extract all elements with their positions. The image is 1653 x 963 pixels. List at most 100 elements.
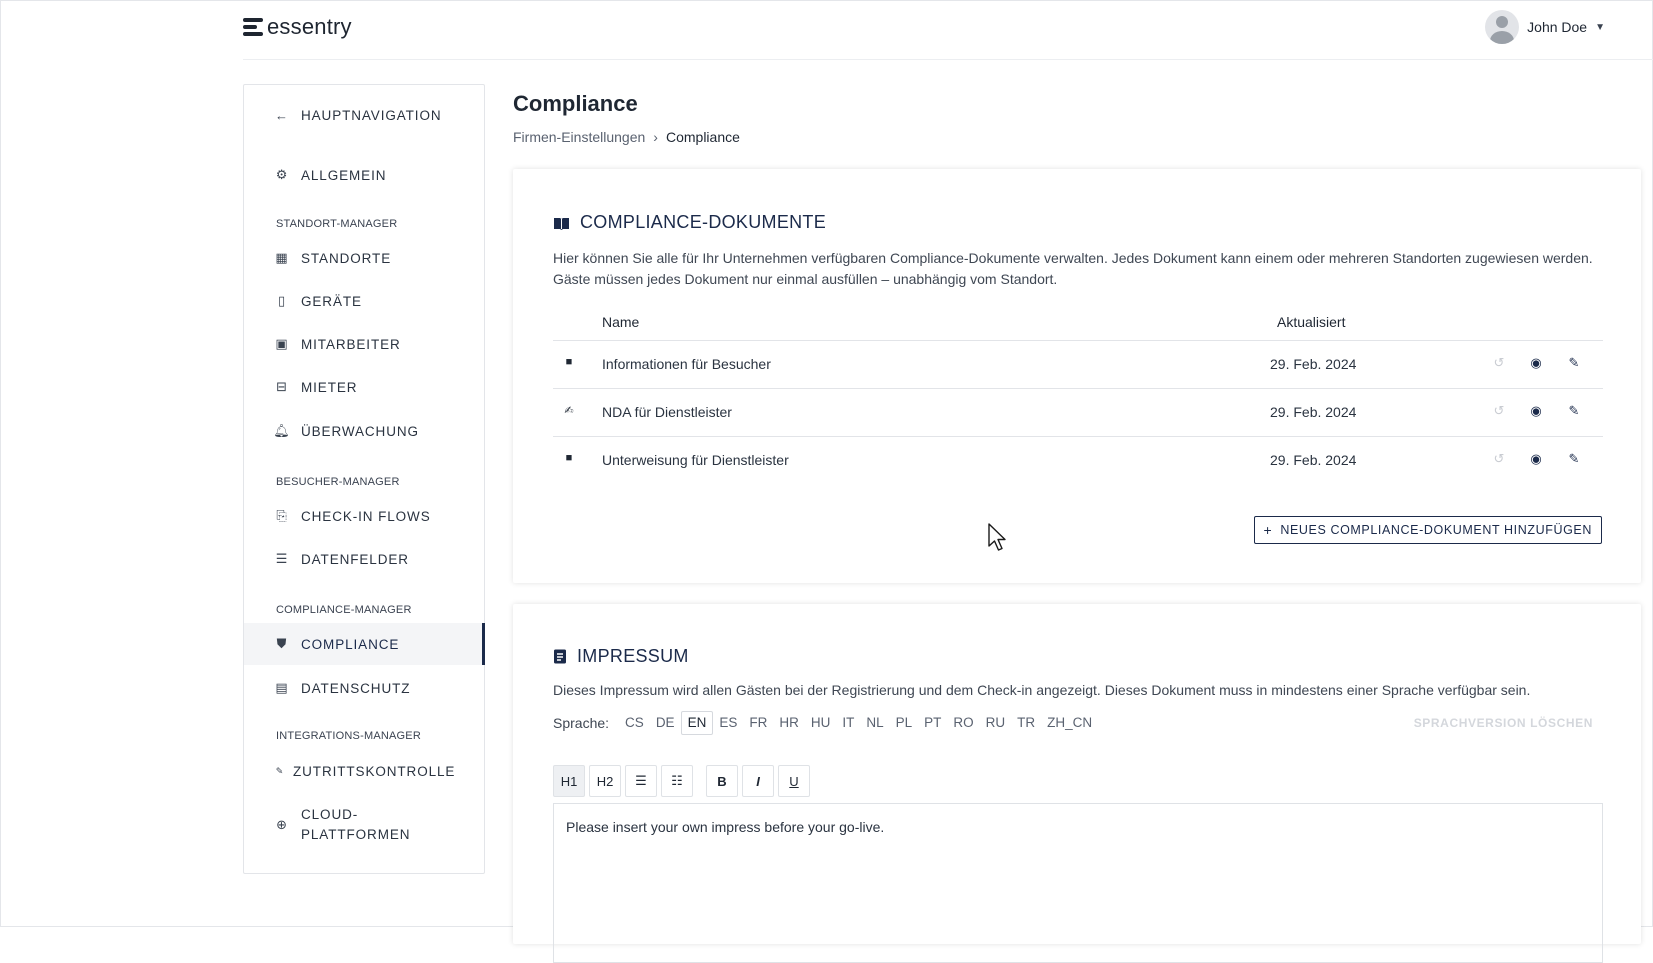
sidebar-item-checkin-flows[interactable]: ⎘ CHECK-IN FLOWS xyxy=(244,495,484,537)
pencil-icon[interactable]: ✎ xyxy=(1565,450,1583,468)
pencil-icon[interactable]: ✎ xyxy=(1565,354,1583,372)
language-option[interactable]: IT xyxy=(836,712,860,734)
card-title: COMPLIANCE-DOKUMENTE xyxy=(553,212,826,233)
language-selector: Sprache: CS DE EN ES FR HR HU IT NL PL P… xyxy=(553,711,1098,735)
eye-icon[interactable]: ◉ xyxy=(1527,402,1545,420)
table-row[interactable]: ■ Informationen für Besucher 29. Feb. 20… xyxy=(553,341,1603,389)
sidebar-item-geraete[interactable]: ▯ GERÄTE xyxy=(244,280,484,322)
sidebar-item-compliance[interactable]: ⛊ COMPLIANCE xyxy=(244,623,485,665)
impressum-card: IMPRESSUM Dieses Impressum wird allen Gä… xyxy=(513,604,1641,963)
book-icon xyxy=(554,217,569,230)
language-option[interactable]: RU xyxy=(980,712,1012,734)
numbered-list-icon[interactable]: ☷ xyxy=(661,765,693,797)
sidebar-item-datenfelder[interactable]: ☰ DATENFELDER xyxy=(244,538,484,580)
group-label-besucher: BESUCHER-MANAGER xyxy=(276,476,400,488)
language-option[interactable]: HU xyxy=(805,712,837,734)
signature-icon: ✍ xyxy=(564,404,574,417)
sidebar-item-ueberwachung[interactable]: 🔔︎ ÜBERWACHUNG xyxy=(244,410,484,452)
shield-icon: ⛊ xyxy=(276,636,288,651)
chevron-right-icon: › xyxy=(653,129,658,145)
sidebar-item-label: MIETER xyxy=(301,379,358,395)
sidebar-item-label: DATENSCHUTZ xyxy=(301,680,411,696)
key-icon: ✎ xyxy=(275,765,285,776)
eye-icon[interactable]: ◉ xyxy=(1527,450,1545,468)
language-option[interactable]: HR xyxy=(773,712,805,734)
sidebar-item-mieter[interactable]: ⊟ MIETER xyxy=(244,366,484,408)
sidebar-item-label: STANDORTE xyxy=(301,250,392,266)
documents-table: Name Aktualisiert ■ Informationen für Be… xyxy=(553,305,1603,484)
language-option[interactable]: RO xyxy=(947,712,979,734)
table-row[interactable]: ✍ NDA für Dienstleister 29. Feb. 2024 ↺ … xyxy=(553,389,1603,437)
delete-language-version-button[interactable]: SPRACHVERSION LÖSCHEN xyxy=(1414,716,1593,730)
sidebar-item-cloud-plattformen[interactable]: ⊕ CLOUD-PLATTFORMEN xyxy=(244,805,484,851)
mouse-cursor-icon xyxy=(988,523,1006,551)
save-icon: ▤ xyxy=(275,680,289,695)
pencil-icon[interactable]: ✎ xyxy=(1565,402,1583,420)
add-compliance-document-button[interactable]: + NEUES COMPLIANCE-DOKUMENT HINZUFÜGEN xyxy=(1253,516,1602,544)
chevron-down-icon: ▼ xyxy=(1595,21,1605,33)
document-updated: 29. Feb. 2024 xyxy=(1270,356,1357,372)
language-option[interactable]: CS xyxy=(619,712,650,734)
undo-icon[interactable]: ↺ xyxy=(1490,354,1508,372)
column-header-name: Name xyxy=(602,314,640,330)
table-header: Name Aktualisiert xyxy=(553,305,1603,341)
logo-text: essentry xyxy=(267,14,352,39)
sidebar-item-label: CHECK-IN FLOWS xyxy=(301,508,431,524)
language-option-selected[interactable]: EN xyxy=(680,711,714,735)
sidebar-item-mitarbeiter[interactable]: ▣ MITARBEITER xyxy=(244,323,484,365)
sidebar: ← HAUPTNAVIGATION ⚙ ALLGEMEIN STANDORT-M… xyxy=(243,84,485,874)
sidebar-item-datenschutz[interactable]: ▤ DATENSCHUTZ xyxy=(244,667,484,709)
video-icon: ■ xyxy=(565,452,573,464)
table-row[interactable]: ■ Unterweisung für Dienstleister 29. Feb… xyxy=(553,437,1603,484)
language-option[interactable]: ES xyxy=(713,712,743,734)
cloud-icon: ⊕ xyxy=(276,817,288,832)
heading1-button[interactable]: H1 xyxy=(553,765,585,797)
language-option[interactable]: TR xyxy=(1011,712,1041,734)
sidebar-item-label: ÜBERWACHUNG xyxy=(301,423,419,439)
bold-button[interactable]: B xyxy=(706,765,738,797)
header-divider xyxy=(243,59,1653,60)
impressum-editor[interactable]: Please insert your own impress before yo… xyxy=(553,803,1603,963)
breadcrumb-link[interactable]: Firmen-Einstellungen xyxy=(513,129,645,145)
bullet-list-icon[interactable]: ☰ xyxy=(625,765,657,797)
undo-icon[interactable]: ↺ xyxy=(1490,402,1508,420)
document-updated: 29. Feb. 2024 xyxy=(1270,404,1357,420)
language-option[interactable]: ZH_CN xyxy=(1041,712,1098,734)
language-option[interactable]: DE xyxy=(650,712,681,734)
heading2-button[interactable]: H2 xyxy=(589,765,621,797)
sidebar-item-standorte[interactable]: ▦ STANDORTE xyxy=(244,237,484,279)
language-option[interactable]: PL xyxy=(890,712,919,734)
gear-icon: ⚙ xyxy=(275,167,289,182)
language-option[interactable]: PT xyxy=(918,712,947,734)
card-description: Dieses Impressum wird allen Gästen bei d… xyxy=(553,682,1531,698)
sidebar-back-link[interactable]: ← HAUPTNAVIGATION xyxy=(244,94,484,136)
sidebar-item-allgemein[interactable]: ⚙ ALLGEMEIN xyxy=(244,154,484,196)
breadcrumb-current: Compliance xyxy=(665,129,740,145)
logo[interactable]: essentry xyxy=(243,14,352,40)
card-title-text: IMPRESSUM xyxy=(577,646,689,666)
compliance-documents-card: COMPLIANCE-DOKUMENTE Hier können Sie all… xyxy=(513,169,1641,583)
italic-button[interactable]: I xyxy=(742,765,774,797)
store-icon: ⊟ xyxy=(276,379,288,394)
logo-mark-icon xyxy=(243,18,263,36)
editor-toolbar: H1 H2 ☰ ☷ B I U xyxy=(553,765,810,797)
document-name: Unterweisung für Dienstleister xyxy=(602,452,789,468)
card-title: IMPRESSUM xyxy=(553,646,689,667)
undo-icon[interactable]: ↺ xyxy=(1490,450,1508,468)
group-label-compliance: COMPLIANCE-MANAGER xyxy=(276,604,412,616)
underline-button[interactable]: U xyxy=(778,765,810,797)
sidebar-item-label: COMPLIANCE xyxy=(301,636,400,652)
sidebar-item-label: CLOUD-PLATTFORMEN xyxy=(301,807,411,842)
document-name: NDA für Dienstleister xyxy=(602,404,732,420)
button-label: NEUES COMPLIANCE-DOKUMENT HINZUFÜGEN xyxy=(1280,523,1592,537)
sidebar-item-zutrittskontrolle[interactable]: ✎ ZUTRITTSKONTROLLE xyxy=(244,750,484,792)
user-menu[interactable]: John Doe ▼ xyxy=(1485,10,1605,44)
list-icon: ☰ xyxy=(275,551,289,566)
eye-icon[interactable]: ◉ xyxy=(1527,354,1545,372)
language-option[interactable]: FR xyxy=(743,712,773,734)
language-option[interactable]: NL xyxy=(860,712,889,734)
clipboard-icon: ⎘ xyxy=(276,508,288,523)
bell-icon: 🔔︎ xyxy=(273,423,291,438)
plus-icon: + xyxy=(1263,522,1273,538)
arrow-left-icon: ← xyxy=(275,107,289,123)
